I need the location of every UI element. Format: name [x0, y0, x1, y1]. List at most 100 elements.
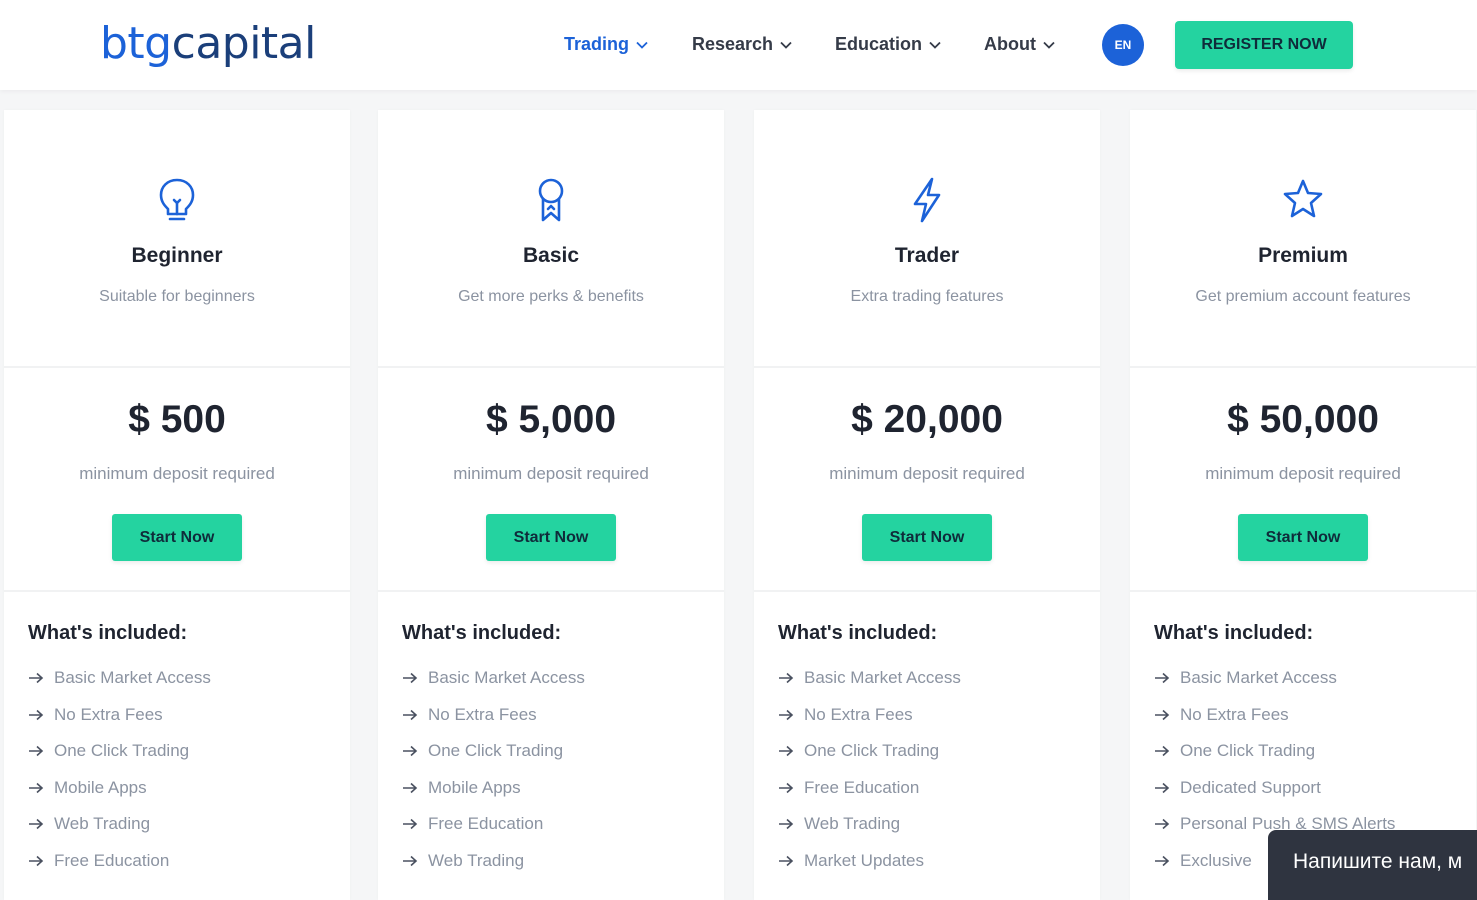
- card-divider: [754, 366, 1100, 368]
- feature-label: One Click Trading: [804, 741, 940, 761]
- feature-list: Basic Market Access No Extra Fees One Cl…: [778, 660, 961, 879]
- nav-trading-label: Trading: [564, 34, 630, 54]
- start-now-button[interactable]: Start Now: [486, 514, 616, 561]
- feature-label: Basic Market Access: [1180, 668, 1337, 688]
- list-item: One Click Trading: [402, 733, 585, 770]
- start-now-button[interactable]: Start Now: [1238, 514, 1368, 561]
- feature-label: Basic Market Access: [804, 668, 961, 688]
- register-now-button[interactable]: REGISTER NOW: [1175, 21, 1353, 69]
- arrow-right-icon: [29, 709, 44, 720]
- feature-label: No Extra Fees: [804, 704, 913, 724]
- feature-label: Exclusive: [1180, 850, 1252, 870]
- list-item: Basic Market Access: [1154, 660, 1395, 697]
- feature-label: One Click Trading: [428, 741, 564, 761]
- feature-label: Mobile Apps: [54, 777, 147, 797]
- feature-label: Web Trading: [428, 850, 525, 870]
- start-now-button[interactable]: Start Now: [112, 514, 242, 561]
- feature-label: One Click Trading: [1180, 741, 1316, 761]
- list-item: Mobile Apps: [402, 770, 585, 807]
- brand-logo[interactable]: btgcapital: [100, 14, 316, 74]
- feature-list: Basic Market Access No Extra Fees One Cl…: [28, 660, 211, 879]
- star-icon: [1281, 176, 1325, 224]
- chevron-down-icon: [929, 41, 941, 49]
- feature-label: Basic Market Access: [428, 668, 585, 688]
- arrow-right-icon: [29, 855, 44, 866]
- list-item: Free Education: [778, 770, 961, 807]
- arrow-right-icon: [29, 782, 44, 793]
- nav-trading[interactable]: Trading: [564, 34, 648, 55]
- language-switcher[interactable]: EN: [1102, 24, 1144, 66]
- feature-label: Web Trading: [54, 814, 151, 834]
- list-item: One Click Trading: [1154, 733, 1395, 770]
- list-item: One Click Trading: [28, 733, 211, 770]
- start-now-button[interactable]: Start Now: [862, 514, 992, 561]
- card-divider: [4, 590, 350, 592]
- list-item: Web Trading: [402, 843, 585, 880]
- feature-label: No Extra Fees: [54, 704, 163, 724]
- list-item: One Click Trading: [778, 733, 961, 770]
- arrow-right-icon: [403, 819, 418, 830]
- plan-name: Basic: [522, 244, 580, 267]
- arrow-right-icon: [403, 855, 418, 866]
- plan-card-basic: Basic Get more perks & benefits $ 5,000 …: [378, 110, 724, 900]
- list-item: Web Trading: [778, 806, 961, 843]
- arrow-right-icon: [403, 673, 418, 684]
- feature-label: No Extra Fees: [1180, 704, 1289, 724]
- arrow-right-icon: [1155, 709, 1170, 720]
- nav-education[interactable]: Education: [835, 34, 941, 55]
- lightbulb-icon: [155, 176, 199, 224]
- plan-price: $ 50,000: [1227, 398, 1379, 441]
- whats-included-title: What's included:: [1154, 622, 1314, 644]
- arrow-right-icon: [1155, 782, 1170, 793]
- card-divider: [1130, 366, 1476, 368]
- arrow-right-icon: [29, 819, 44, 830]
- feature-label: One Click Trading: [54, 741, 190, 761]
- plan-card-premium: Premium Get premium account features $ 5…: [1130, 110, 1476, 900]
- card-divider: [754, 590, 1100, 592]
- logo-part-btg: btg: [100, 18, 172, 69]
- list-item: No Extra Fees: [778, 697, 961, 734]
- feature-label: Dedicated Support: [1180, 777, 1321, 797]
- nav-about-label: About: [984, 34, 1036, 54]
- list-item: Dedicated Support: [1154, 770, 1395, 807]
- nav-research[interactable]: Research: [692, 34, 792, 55]
- list-item: Market Updates: [778, 843, 961, 880]
- card-divider: [1130, 590, 1476, 592]
- plan-subtitle: Suitable for beginners: [99, 288, 255, 305]
- chevron-down-icon: [636, 41, 648, 49]
- list-item: Basic Market Access: [28, 660, 211, 697]
- feature-label: Free Education: [428, 814, 544, 834]
- price-note: minimum deposit required: [453, 464, 649, 483]
- chat-widget[interactable]: Напишите нам, м: [1268, 830, 1477, 900]
- feature-label: Mobile Apps: [428, 777, 521, 797]
- whats-included-title: What's included:: [402, 622, 562, 644]
- arrow-right-icon: [779, 709, 794, 720]
- feature-label: Free Education: [804, 777, 920, 797]
- list-item: Free Education: [402, 806, 585, 843]
- arrow-right-icon: [779, 819, 794, 830]
- award-ribbon-icon: [529, 176, 573, 224]
- nav-about[interactable]: About: [984, 34, 1055, 55]
- plan-subtitle: Extra trading features: [850, 288, 1004, 305]
- feature-label: Web Trading: [804, 814, 901, 834]
- arrow-right-icon: [779, 855, 794, 866]
- arrow-right-icon: [1155, 673, 1170, 684]
- list-item: Free Education: [28, 843, 211, 880]
- price-note: minimum deposit required: [1205, 464, 1401, 483]
- plan-price: $ 5,000: [485, 398, 617, 441]
- list-item: Basic Market Access: [402, 660, 585, 697]
- feature-label: Free Education: [54, 850, 170, 870]
- arrow-right-icon: [29, 746, 44, 757]
- logo-part-capital: capital: [171, 18, 317, 69]
- plan-card-beginner: Beginner Suitable for beginners $ 500 mi…: [4, 110, 350, 900]
- arrow-right-icon: [1155, 819, 1170, 830]
- feature-list: Basic Market Access No Extra Fees One Cl…: [402, 660, 585, 879]
- plan-price: $ 20,000: [851, 398, 1003, 441]
- list-item: No Extra Fees: [402, 697, 585, 734]
- card-divider: [378, 590, 724, 592]
- nav-education-label: Education: [835, 34, 923, 54]
- list-item: Basic Market Access: [778, 660, 961, 697]
- plan-subtitle: Get premium account features: [1195, 288, 1411, 305]
- site-header: btgcapital Trading Research Education Ab…: [0, 0, 1477, 90]
- chevron-down-icon: [1043, 41, 1055, 49]
